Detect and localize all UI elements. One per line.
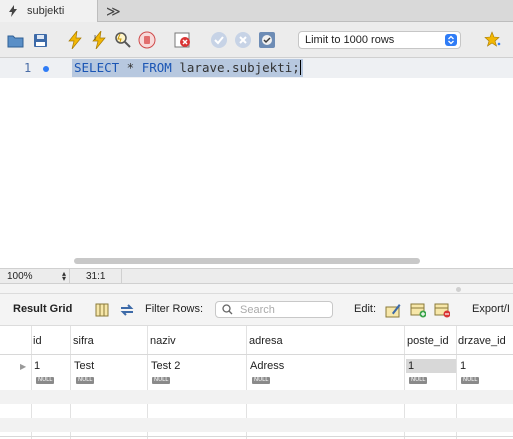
null-badge[interactable]: NULL: [409, 377, 428, 384]
sql-editor[interactable]: 1 SELECT * FROM larave.subjekti;: [0, 58, 513, 268]
limit-rows-value: Limit to 1000 rows: [305, 34, 395, 46]
grid-layout-icon[interactable]: [94, 302, 110, 318]
empty-row: [0, 404, 513, 418]
grid-bottom-line: [0, 436, 513, 437]
cell-drzave-id[interactable]: 1: [460, 360, 466, 372]
null-badge[interactable]: NULL: [36, 377, 55, 384]
export-import-label[interactable]: Export/I: [472, 303, 510, 315]
null-badge[interactable]: NULL: [252, 377, 271, 384]
chevron-up-down-icon: ▴ ▾: [61, 269, 66, 283]
commit-icon[interactable]: [210, 31, 228, 49]
tab-label: subjekti: [27, 5, 65, 17]
table-name: larave.subjekti;: [171, 60, 300, 75]
cell-adresa[interactable]: Adress: [250, 360, 284, 372]
stop-icon[interactable]: [138, 31, 156, 49]
filter-search-box[interactable]: [215, 301, 333, 318]
editor-status-bar: 100% ▴ ▾ 31:1: [0, 268, 513, 284]
filter-search-input[interactable]: [240, 303, 330, 316]
splitter-grip-icon: [456, 287, 461, 292]
null-badge[interactable]: NULL: [461, 377, 480, 384]
column-header-adresa[interactable]: adresa: [249, 335, 283, 347]
beautify-star-icon[interactable]: [484, 31, 502, 49]
delete-row-icon[interactable]: [434, 302, 450, 318]
sql-statement[interactable]: SELECT * FROM larave.subjekti;: [72, 59, 303, 77]
empty-row: [0, 418, 513, 432]
result-grid[interactable]: id sifra naziv adresa poste_id drzave_id…: [0, 326, 513, 439]
toggle-error-icon[interactable]: [174, 31, 192, 49]
null-row: NULL NULL NULL NULL NULL NULL: [0, 374, 513, 388]
refresh-icon[interactable]: [119, 302, 135, 318]
cursor-position: 31:1: [78, 269, 122, 284]
sql-toolbar: I Limit to 1000 rows: [0, 22, 513, 58]
limit-rows-select[interactable]: Limit to 1000 rows: [298, 31, 461, 49]
tab-overflow-button[interactable]: ≫: [106, 3, 121, 19]
cell-poste-id[interactable]: 1: [408, 360, 414, 372]
cell-sifra[interactable]: Test: [74, 360, 94, 372]
svg-text:I: I: [94, 34, 96, 42]
autocommit-icon[interactable]: [258, 31, 276, 49]
search-icon: [222, 304, 233, 315]
text-caret: [299, 60, 301, 75]
sql-file-icon: [9, 5, 17, 17]
tab-bar: subjekti ≫: [0, 0, 513, 22]
header-divider: [0, 354, 513, 355]
line-number: 1: [24, 61, 32, 75]
execute-icon[interactable]: [66, 31, 84, 49]
execute-current-icon[interactable]: I: [90, 31, 108, 49]
null-badge[interactable]: NULL: [76, 377, 95, 384]
save-icon[interactable]: [31, 31, 49, 49]
cell-naziv[interactable]: Test 2: [151, 360, 180, 372]
null-badge[interactable]: NULL: [152, 377, 171, 384]
column-header-id[interactable]: id: [33, 335, 42, 347]
result-grid-tab[interactable]: Result Grid: [13, 303, 72, 315]
explain-icon[interactable]: [114, 31, 132, 49]
cell-id[interactable]: 1: [34, 360, 40, 372]
select-star: *: [119, 60, 142, 75]
edit-row-icon[interactable]: [385, 302, 401, 318]
panel-splitter[interactable]: [0, 284, 513, 294]
add-row-icon[interactable]: [410, 302, 426, 318]
column-header-drzave-id[interactable]: drzave_id: [458, 335, 506, 347]
edit-label: Edit:: [354, 303, 377, 315]
current-row-arrow-icon: ▶: [20, 362, 27, 371]
zoom-select[interactable]: 100% ▴ ▾: [0, 269, 70, 284]
zoom-value: 100%: [7, 271, 33, 282]
statement-marker-icon: [43, 66, 49, 72]
column-header-sifra[interactable]: sifra: [73, 335, 94, 347]
keyword-from: FROM: [141, 60, 172, 75]
workbench-window: subjekti ≫ I Limit to 1000 rows 1 SELECT…: [0, 0, 513, 439]
result-toolbar: Result Grid Filter Rows: Edit: Export/I: [0, 294, 513, 326]
column-header-poste-id[interactable]: poste_id: [407, 335, 449, 347]
rollback-icon[interactable]: [234, 31, 252, 49]
keyword-select: SELECT: [74, 60, 120, 75]
editor-line: 1 SELECT * FROM larave.subjekti;: [0, 58, 513, 78]
empty-row: [0, 390, 513, 404]
horizontal-scrollbar[interactable]: [74, 258, 420, 264]
column-header-naziv[interactable]: naziv: [150, 335, 176, 347]
open-folder-icon[interactable]: [7, 31, 25, 49]
chevron-up-down-icon: [445, 34, 457, 46]
filter-rows-label: Filter Rows:: [145, 303, 204, 315]
tab-subjekti[interactable]: subjekti: [0, 0, 98, 22]
